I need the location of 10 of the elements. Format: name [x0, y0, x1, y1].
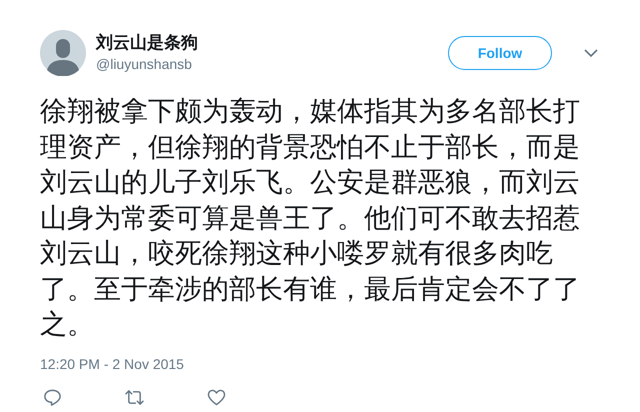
retweet-icon[interactable]: [124, 388, 145, 406]
timestamp[interactable]: 12:20 PM - 2 Nov 2015: [40, 356, 184, 372]
heart-icon[interactable]: [207, 388, 226, 406]
follow-button[interactable]: Follow: [448, 36, 552, 70]
chevron-down-icon[interactable]: [584, 49, 598, 57]
tweet-text: 徐翔被拿下颇为轰动，媒体指其为多名部长打理资产，但徐翔的背景恐怕不止于部长，而是刘云山的儿子刘乐飞。公安是群恶狼，而刘云山身为常委可算是兽王了。他们可不敢去招惹刘云山，咬死徐翔这种小喽罗就有很多肉吃了。至于牵涉的部长有谁，最后肯定会不了了之。: [40, 95, 581, 342]
reply-icon[interactable]: [43, 388, 62, 406]
avatar-icon: [40, 30, 86, 76]
author-name[interactable]: 刘云山是条狗: [96, 32, 448, 54]
author-handle[interactable]: @liuyunshansb: [96, 54, 448, 74]
